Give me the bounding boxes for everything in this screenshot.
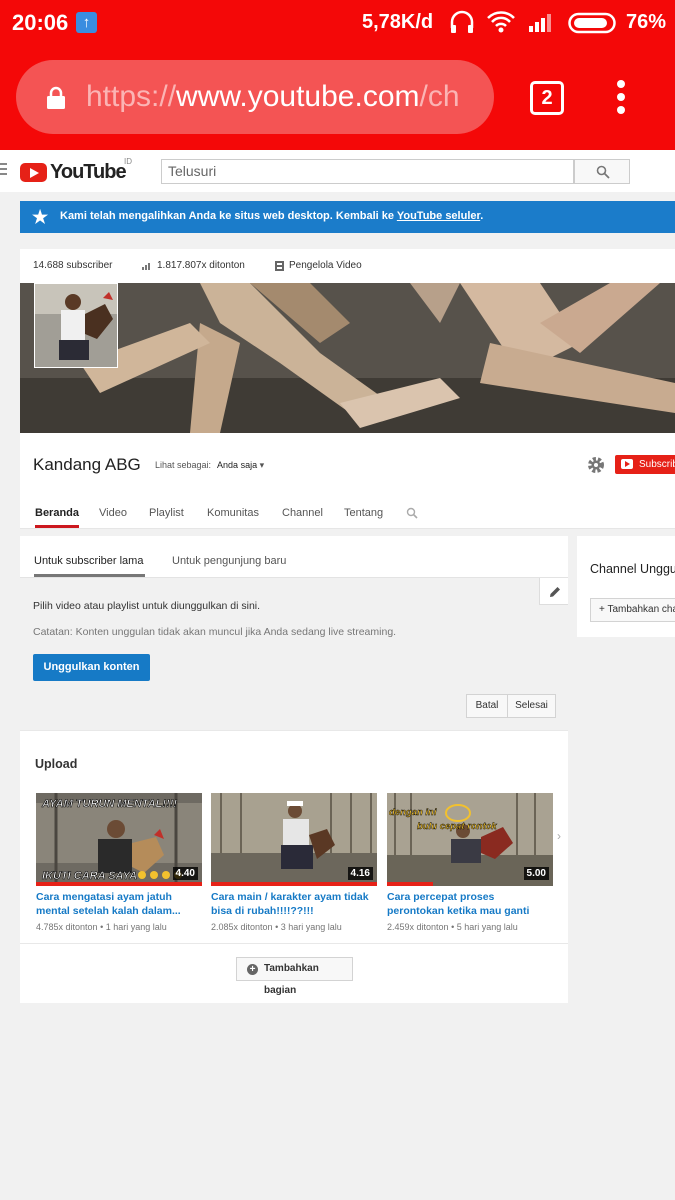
browser-toolbar: https://www.youtube.com/ch 2	[0, 48, 675, 150]
network-speed: 5,78K/d	[362, 11, 434, 33]
edit-button[interactable]	[539, 578, 568, 605]
view-as-selector[interactable]: Lihat sebagai: Anda saja ▾	[155, 460, 264, 471]
gear-icon[interactable]	[587, 456, 605, 474]
channel-name: Kandang ABG	[33, 455, 141, 474]
divider	[20, 730, 568, 731]
add-section-button[interactable]: + Tambahkan bagian	[236, 957, 353, 996]
battery-icon	[568, 12, 616, 34]
channel-avatar[interactable]	[34, 283, 118, 368]
uploads-section-title[interactable]: Upload	[35, 757, 77, 771]
video-duration: 4.40	[172, 867, 198, 880]
tab-video[interactable]: Video	[99, 507, 127, 519]
feature-instructions: Pilih video atau playlist untuk diunggul…	[33, 600, 261, 612]
video-meta: 2.085x ditonton • 3 hari yang lalu	[211, 922, 342, 932]
video-meta: 4.785x ditonton • 1 hari yang lalu	[36, 922, 167, 932]
views-chart-icon	[142, 263, 150, 270]
trailer-audience-tabs: Untuk subscriber lama Untuk pengunjung b…	[20, 536, 568, 577]
watch-progress-bar	[36, 882, 202, 886]
channel-banner-image	[20, 283, 675, 433]
tab-channel[interactable]: Channel	[282, 507, 323, 519]
search-button[interactable]	[574, 159, 630, 184]
video-duration: 4.16	[347, 867, 373, 880]
video-duration: 5.00	[523, 867, 549, 880]
video-card[interactable]: 4.16 Cara main / karakter ayam tidak bis…	[211, 793, 377, 932]
star-icon: ★	[32, 207, 49, 227]
channel-header: 14.688 subscriber 1.817.807x ditonton Pe…	[20, 249, 675, 529]
subscriber-count: 14.688 subscriber	[33, 260, 113, 271]
play-logo-icon	[20, 163, 47, 182]
tab-playlist[interactable]: Playlist	[149, 507, 184, 519]
next-arrow-icon[interactable]: ›	[557, 829, 561, 843]
featured-content-editor: Pilih video atau playlist untuk diunggul…	[20, 577, 568, 730]
browser-menu-button[interactable]	[615, 80, 627, 118]
cancel-button[interactable]: Batal	[466, 694, 508, 718]
status-bar: 20:06 ↑ 5,78K/d 76%	[0, 0, 675, 48]
svg-text:IKUTI CARA SAYA: IKUTI CARA SAYA	[42, 870, 137, 882]
desktop-redirect-banner: ★ Kami telah mengalihkan Anda ke situs w…	[20, 201, 675, 233]
upload-notification-icon: ↑	[76, 12, 97, 33]
plus-icon: +	[247, 964, 258, 975]
tab-tentang[interactable]: Tentang	[344, 507, 383, 519]
tab-returning-subscribers[interactable]: Untuk subscriber lama	[34, 555, 146, 577]
live-streaming-note: Catatan: Konten unggulan tidak akan munc…	[33, 626, 397, 638]
signal-icon	[529, 14, 551, 32]
feature-content-button[interactable]: Unggulkan konten	[33, 654, 150, 681]
video-meta: 2.459x ditonton • 5 hari yang lalu	[387, 922, 518, 932]
pencil-icon	[550, 587, 560, 597]
video-manager-icon	[275, 261, 284, 271]
video-thumbnail[interactable]: AYAM TURUN MENTAL!!!! IKUTI CARA SAYA 4.…	[36, 793, 202, 886]
video-manager-link[interactable]: Pengelola Video	[289, 260, 362, 271]
url-text: https://www.youtube.com/ch	[86, 80, 460, 113]
youtube-header: YouTube ID Telusuri	[0, 150, 675, 192]
channel-search-icon[interactable]	[406, 507, 418, 519]
featured-channels-card: Channel Unggulan + Tambahkan channel	[577, 536, 675, 637]
video-title[interactable]: Cara mengatasi ayam jatuh mental setelah…	[36, 891, 202, 918]
guide-menu-icon[interactable]	[0, 163, 7, 177]
dropdown-arrow-icon: ▾	[259, 460, 265, 470]
done-button[interactable]: Selesai	[507, 694, 556, 718]
tab-beranda[interactable]: Beranda	[35, 507, 80, 528]
search-icon	[596, 165, 610, 179]
svg-text:bulu cepat rontok: bulu cepat rontok	[417, 821, 497, 832]
tab-switcher-button[interactable]: 2	[530, 81, 564, 115]
channel-home-content: Untuk subscriber lama Untuk pengunjung b…	[20, 536, 568, 1003]
mobile-site-link[interactable]: YouTube seluler	[397, 210, 480, 222]
wifi-icon	[487, 11, 515, 33]
video-thumbnail[interactable]: dengan ini bulu cepat rontok 5.00	[387, 793, 553, 886]
add-channel-button[interactable]: + Tambahkan channel	[590, 598, 675, 622]
channel-stats: 14.688 subscriber 1.817.807x ditonton Pe…	[20, 249, 675, 283]
video-card[interactable]: AYAM TURUN MENTAL!!!! IKUTI CARA SAYA 4.…	[36, 793, 202, 932]
search-input[interactable]: Telusuri	[161, 159, 574, 184]
svg-text:dengan ini: dengan ini	[389, 807, 437, 818]
channel-tabs: Beranda Video Playlist Komunitas Channel…	[20, 501, 675, 529]
video-title[interactable]: Cara main / karakter ayam tidak bisa di …	[211, 891, 377, 918]
featured-channels-title: Channel Unggulan	[590, 562, 675, 576]
tab-komunitas[interactable]: Komunitas	[207, 507, 259, 519]
headphones-icon	[450, 10, 474, 33]
watch-progress-bar	[387, 882, 434, 886]
divider	[20, 943, 568, 944]
subscribe-button[interactable]: Subscribe	[615, 455, 675, 474]
rooster-feet-photo	[20, 283, 675, 433]
tab-new-visitors[interactable]: Untuk pengunjung baru	[172, 555, 286, 567]
view-count: 1.817.807x ditonton	[157, 260, 245, 271]
status-time: 20:06	[12, 10, 69, 35]
lock-icon	[47, 86, 65, 109]
video-card[interactable]: dengan ini bulu cepat rontok 5.00 Cara p…	[387, 793, 553, 932]
svg-text:AYAM TURUN MENTAL!!!!: AYAM TURUN MENTAL!!!!	[41, 798, 177, 810]
youtube-play-icon	[621, 459, 633, 469]
address-bar[interactable]: https://www.youtube.com/ch	[16, 60, 494, 134]
watch-progress-bar	[211, 882, 377, 886]
video-thumbnail[interactable]: 4.16	[211, 793, 377, 886]
video-title[interactable]: Cara percepat proses perontokan ketika m…	[387, 891, 553, 918]
battery-percent: 76%	[626, 11, 667, 33]
